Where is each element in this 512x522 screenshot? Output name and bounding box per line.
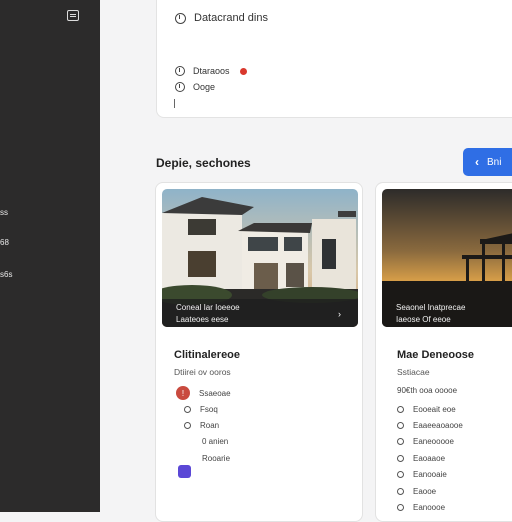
panel-title-row: Datacrand dins <box>175 12 268 24</box>
property-card[interactable]: Seaonel Inatprecae Iaeose Of eeoe Mae De… <box>375 182 512 522</box>
panel-row[interactable]: Dtaraoos <box>175 66 247 76</box>
photo-caption-line: Coneal Iar Ioeeoe <box>176 303 240 312</box>
photo-caption-line: Seaonel Inatprecae <box>396 303 466 312</box>
list-item[interactable]: Roan <box>184 421 219 430</box>
list-item[interactable]: Fsoq <box>184 405 218 414</box>
primary-button-label: Bni <box>487 156 502 168</box>
sidebar-item[interactable]: s6s <box>0 270 12 279</box>
sunset-photo[interactable]: Seaonel Inatprecae Iaeose Of eeoe <box>382 189 512 327</box>
list-item-label: Eaneooooe <box>413 437 454 446</box>
circle-icon <box>397 504 404 511</box>
card-subtitle: Sstiacae <box>397 367 430 377</box>
color-swatch[interactable] <box>178 465 191 478</box>
list-item-label: 90€th ooa ooooe <box>397 386 458 395</box>
info-icon <box>175 66 185 76</box>
circle-icon <box>397 455 404 462</box>
list-item-label: Eanooaie <box>413 470 447 479</box>
list-item-label: Eaooe <box>413 487 437 496</box>
sidebar: ss 68 s6s <box>0 0 100 512</box>
photo-caption: Seaonel Inatprecae Iaeose Of eeoe <box>396 302 465 326</box>
section-title: Depie, sechones <box>156 156 251 170</box>
primary-button[interactable]: ‹ Bni <box>463 148 512 176</box>
list-item[interactable]: ! Ssaeoae <box>176 386 231 400</box>
search-icon <box>184 406 191 413</box>
list-item-label: Fsoq <box>200 405 218 414</box>
list-item-label: Roan <box>200 421 220 430</box>
list-item[interactable]: Eaaeeaoaooe <box>397 421 463 430</box>
panel-title: Datacrand dins <box>194 12 268 24</box>
list-item-label: Ssaeoae <box>199 388 231 398</box>
notification-badge <box>239 67 247 75</box>
circle-icon <box>397 471 404 478</box>
list-item-label: Eaaeeaoaooe <box>413 421 463 430</box>
list-item-label: Eanoooe <box>413 503 446 512</box>
card-title: Clitinalereoe <box>174 349 241 361</box>
circle-icon <box>397 406 404 413</box>
list-item[interactable]: Eaneooooe <box>397 437 454 446</box>
list-item[interactable]: Eanoooe <box>397 503 445 512</box>
list-item[interactable]: 90€th ooa ooooe <box>397 386 457 395</box>
list-item[interactable]: Eooeait eoe <box>397 405 456 414</box>
circle-icon <box>397 488 404 495</box>
top-panel: Datacrand dins Dtaraoos Ooge <box>156 0 512 118</box>
photo-caption: Coneal Iar Ioeeoe Laateoes eese <box>176 302 240 326</box>
circle-icon <box>397 438 404 445</box>
search-icon <box>184 422 191 429</box>
alert-icon: ! <box>176 386 190 400</box>
list-item-label: Eaoaaoe <box>413 454 446 463</box>
list-item[interactable]: Eaooe <box>397 487 436 496</box>
list-item-label: 0 anien <box>202 437 229 446</box>
panel-row-label: Ooge <box>193 82 216 92</box>
location-icon <box>175 82 185 92</box>
sidebar-item[interactable]: 68 <box>0 238 9 247</box>
list-item-label: Eooeait eoe <box>413 405 456 414</box>
card-subtitle: Dtiirei ov ooros <box>174 367 231 377</box>
list-item[interactable]: 0 anien <box>202 437 228 446</box>
house-photo[interactable]: Coneal Iar Ioeeoe Laateoes eese › <box>162 189 358 327</box>
panel-row-label: Dtaraoos <box>193 66 230 76</box>
photo-caption-line: Iaeose Of eeoe <box>396 315 451 324</box>
text-caret <box>174 99 175 108</box>
card-title: Mae Deneoose <box>397 349 475 361</box>
menu-icon[interactable] <box>67 10 79 21</box>
circle-icon <box>397 422 404 429</box>
panel-row[interactable]: Ooge <box>175 82 215 92</box>
photo-caption-line: Laateoes eese <box>176 315 229 324</box>
clock-icon <box>175 12 186 24</box>
list-item[interactable]: Eaoaaoe <box>397 454 445 463</box>
chevron-left-icon: ‹ <box>475 155 479 169</box>
sidebar-item[interactable]: ss <box>0 208 8 217</box>
chevron-right-icon[interactable]: › <box>338 309 341 319</box>
list-item-label: Rooarie <box>202 454 231 463</box>
list-item[interactable]: Rooarie <box>202 454 230 463</box>
list-item[interactable]: Eanooaie <box>397 470 447 479</box>
